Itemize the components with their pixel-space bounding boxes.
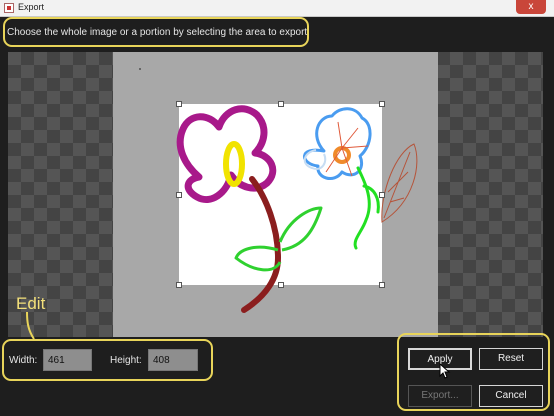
resize-handle-right[interactable] [379,192,385,198]
resize-handle-bottom-left[interactable] [176,282,182,288]
close-icon[interactable]: x [516,0,546,14]
height-field[interactable] [148,349,198,371]
mouse-cursor-icon [439,363,451,379]
title-bar: Export x [0,0,554,17]
image-preview[interactable] [8,52,543,337]
width-label: Width: [9,355,38,366]
drawing-image [176,105,418,313]
resize-handle-top-right[interactable] [379,101,385,107]
annotation-box-instruction [3,17,309,47]
width-field[interactable] [43,349,92,371]
cancel-button[interactable]: Cancel [479,385,543,407]
edit-annotation-label: Edit [16,294,46,313]
resize-handle-top-left[interactable] [176,101,182,107]
annotation-pointer [26,312,35,340]
resize-handle-left[interactable] [176,192,182,198]
export-button[interactable]: Export... [408,385,472,407]
app-icon [4,3,14,13]
window-title: Export [18,2,45,12]
resize-handle-bottom-right[interactable] [379,282,385,288]
height-label: Height: [110,355,142,366]
resize-handle-top[interactable] [278,101,284,107]
reset-button[interactable]: Reset [479,348,543,370]
resize-handle-bottom[interactable] [278,282,284,288]
